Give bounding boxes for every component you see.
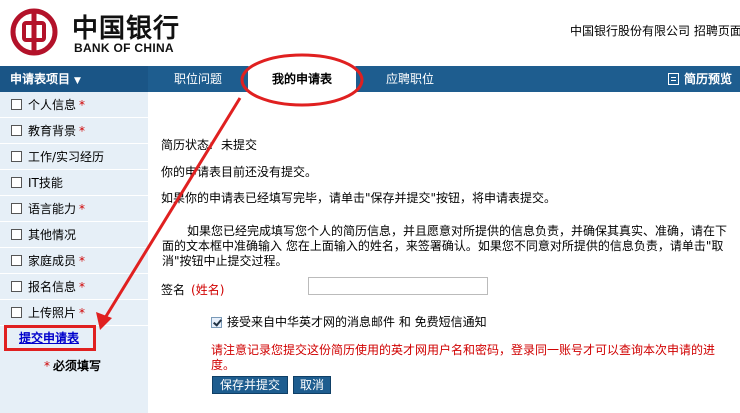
sidebar-item-upload-photo[interactable]: 上传照片 *	[0, 300, 148, 326]
sidebar-item-label: 个人信息	[28, 98, 77, 112]
sidebar-item-family[interactable]: 家庭成员 *	[0, 248, 148, 274]
resume-status: 简历状态: 未提交	[161, 136, 257, 153]
sidebar-item-registration[interactable]: 报名信息 *	[0, 274, 148, 300]
declaration-text: 如果您已经完成填写您个人的简历信息，并且愿意对所提供的信息负责，并确保其真实、准…	[162, 224, 728, 268]
sidebar-item-personal-info[interactable]: 个人信息 *	[0, 92, 148, 118]
save-and-submit-button[interactable]: 保存并提交	[212, 376, 288, 394]
sidebar-item-label: 语言能力	[28, 202, 77, 216]
status-value: 未提交	[221, 138, 258, 152]
checkbox-icon	[11, 281, 22, 292]
not-submitted-text: 你的申请表目前还没有提交。	[161, 165, 318, 179]
required-legend: * 必须填写	[44, 357, 101, 374]
required-marker: *	[44, 359, 50, 373]
cancel-button[interactable]: 取消	[293, 376, 331, 394]
required-marker: *	[79, 254, 86, 268]
checkbox-icon	[11, 151, 22, 162]
signature-label-text: 签名	[161, 283, 186, 297]
tab-job-questions[interactable]: 职位问题	[160, 66, 236, 92]
required-marker: *	[79, 98, 86, 112]
required-marker: *	[79, 124, 86, 138]
checkbox-icon	[11, 229, 22, 240]
sidebar-item-label: 工作/实习经历	[28, 150, 105, 164]
tab-applied-positions[interactable]: 应聘职位	[372, 66, 448, 92]
document-icon	[668, 73, 679, 85]
checkbox-icon	[11, 125, 22, 136]
instruction-text: 如果你的申请表已经填写完毕，请单击"保存并提交"按钮，将申请表提交。	[161, 191, 557, 205]
checkbox-icon	[11, 99, 22, 110]
signature-hint: (姓名)	[191, 283, 225, 297]
tab-my-application[interactable]: 我的申请表	[248, 66, 356, 92]
required-marker: *	[79, 202, 86, 216]
page-header: 中国银行 BANK OF CHINA 中国银行股份有限公司 招聘页面	[0, 0, 740, 66]
logo-chinese-text: 中国银行	[72, 14, 181, 44]
resume-preview-label: 简历预览	[684, 72, 733, 86]
checkbox-icon	[11, 177, 22, 188]
checkbox-icon	[11, 255, 22, 266]
top-nav-bar: 申请表项目 ▼ 职位问题 我的申请表 应聘职位 简历预览	[0, 66, 740, 92]
bank-logo: 中国银行 BANK OF CHINA	[10, 6, 180, 60]
signature-label: 签名 (姓名)	[161, 281, 224, 298]
consent-row: 接受来自中华英才网的消息邮件 和 免费短信通知	[211, 313, 487, 330]
sidebar-item-it-skills[interactable]: IT技能	[0, 170, 148, 196]
required-marker: *	[79, 306, 86, 320]
required-legend-text: 必须填写	[53, 359, 102, 373]
resume-preview-button[interactable]: 简历预览	[668, 66, 732, 92]
required-marker: *	[79, 280, 86, 294]
sidebar-item-label: 教育背景	[28, 124, 77, 138]
checkbox-icon	[11, 203, 22, 214]
sidebar-item-label: 家庭成员	[28, 254, 77, 268]
sidebar-item-language[interactable]: 语言能力 *	[0, 196, 148, 222]
account-reminder-note: 请注意记录您提交这份简历使用的英才网用户名和密码，登录同一账号才可以查询本次申请…	[211, 343, 716, 372]
chevron-down-icon: ▼	[74, 76, 81, 86]
logo-english-text: BANK OF CHINA	[74, 41, 174, 55]
sidebar-item-label: 报名信息	[28, 280, 77, 294]
sidebar-item-other[interactable]: 其他情况	[0, 222, 148, 248]
header-company-text: 中国银行股份有限公司 招聘页面	[570, 24, 740, 38]
sidebar-item-label: 其他情况	[28, 228, 77, 242]
sidebar-item-label: IT技能	[28, 176, 63, 190]
consent-label: 接受来自中华英才网的消息邮件 和 免费短信通知	[227, 315, 487, 329]
signature-name-input[interactable]	[308, 277, 488, 295]
sidebar-item-work-experience[interactable]: 工作/实习经历	[0, 144, 148, 170]
application-items-menu[interactable]: 申请表项目 ▼	[0, 66, 148, 92]
checkbox-icon	[11, 307, 22, 318]
consent-checkbox[interactable]	[211, 317, 222, 328]
status-label: 简历状态:	[161, 138, 214, 152]
boc-logo-icon	[10, 8, 58, 56]
submit-application-link[interactable]: 提交申请表	[4, 325, 96, 351]
sidebar-item-label: 上传照片	[28, 306, 77, 320]
application-items-label: 申请表项目	[10, 72, 71, 86]
sidebar-item-education[interactable]: 教育背景 *	[0, 118, 148, 144]
